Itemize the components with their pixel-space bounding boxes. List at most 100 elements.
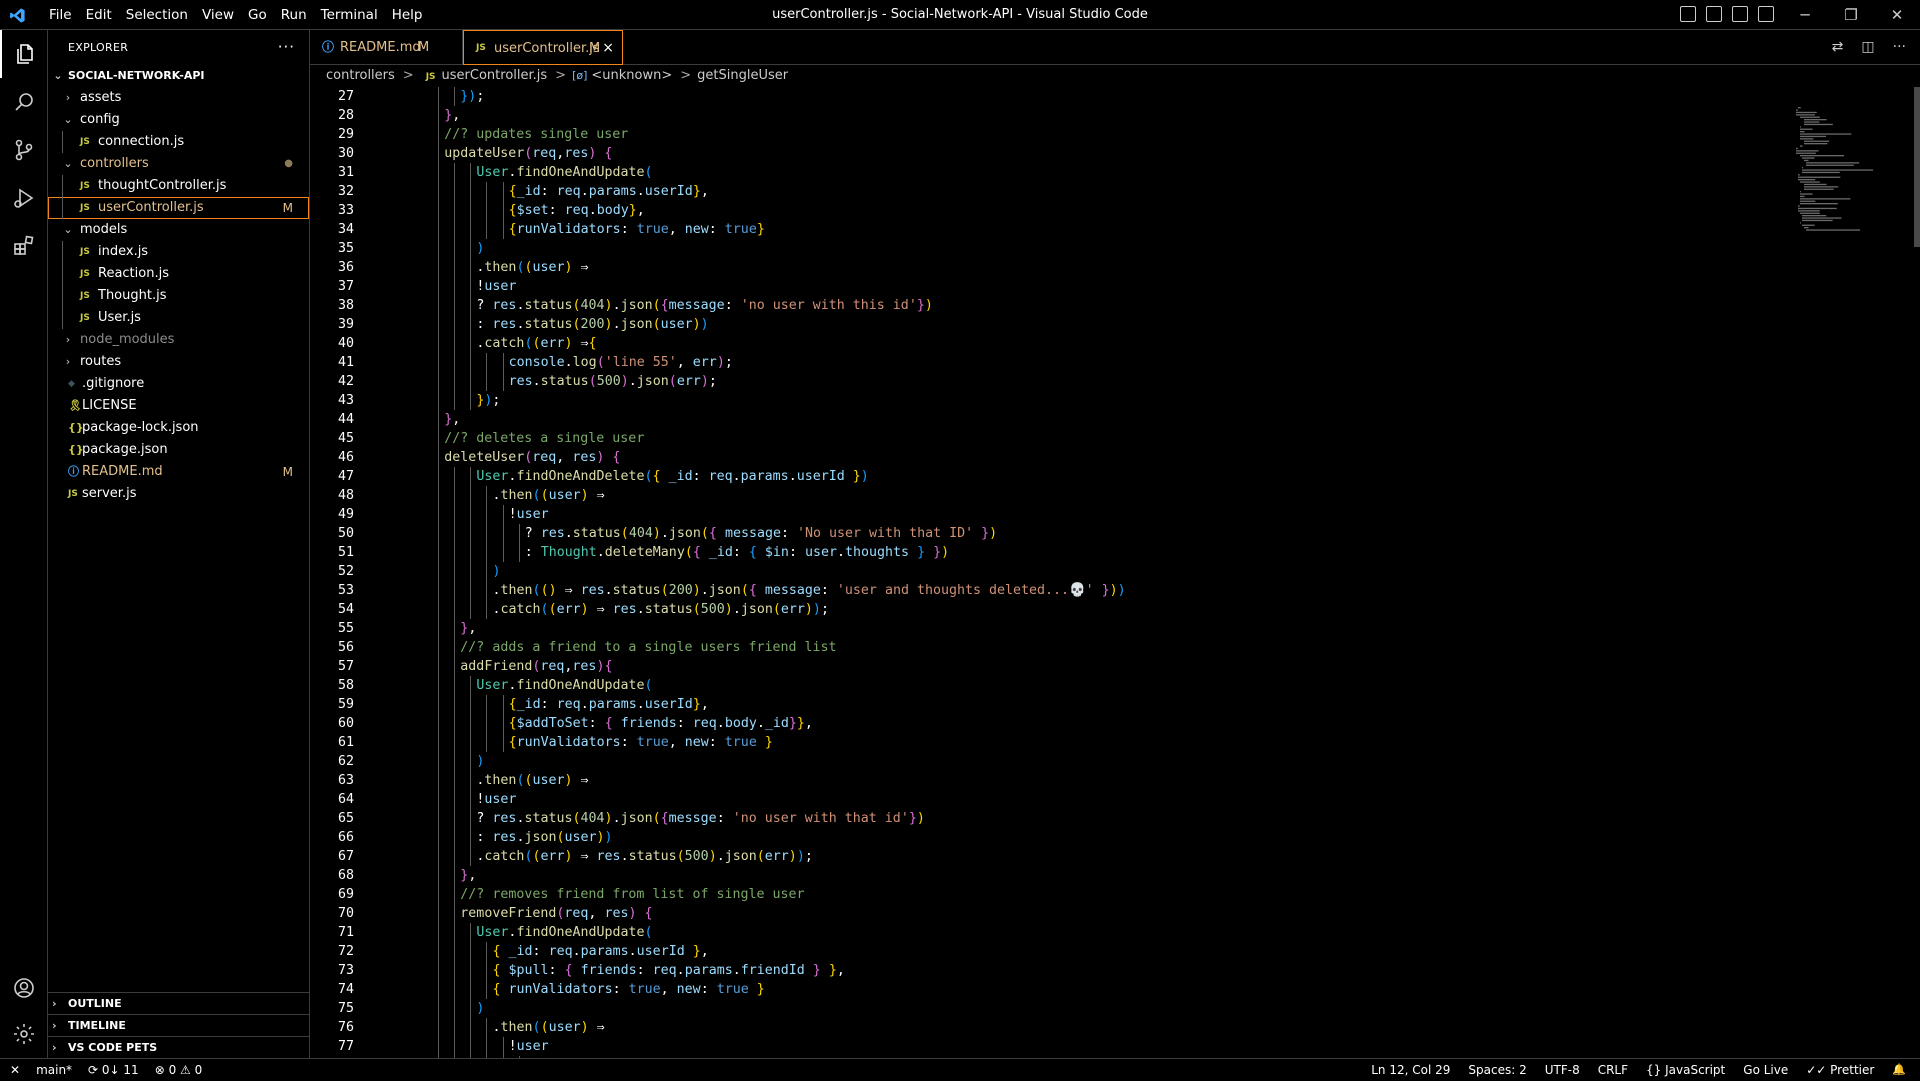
split-editor-icon[interactable]: ◫ [1861,39,1874,55]
file-index-js[interactable]: JS index.js [48,241,309,263]
tab-usercontroller[interactable]: JS userController.js M × [463,30,623,65]
menu-terminal[interactable]: Terminal [314,0,385,30]
toggle-panel-icon[interactable] [1706,6,1722,22]
scrollbar-thumb[interactable] [1914,87,1920,247]
breadcrumb-unknown[interactable]: <unknown> [591,68,672,83]
indent-guide [470,771,472,790]
menu-view[interactable]: View [195,0,241,30]
code-token: err [556,602,581,617]
file--gitignore[interactable]: ◆ .gitignore [48,373,309,395]
file-reaction-js[interactable]: JS Reaction.js [48,263,309,285]
file-thought-js[interactable]: JS Thought.js [48,285,309,307]
outline-section[interactable]: › OUTLINE [48,992,309,1015]
code-token: json [740,602,773,617]
extensions-activity[interactable] [0,222,48,270]
file-package-json[interactable]: {} package.json [48,439,309,461]
source-control-activity[interactable] [0,126,48,174]
code-text: .then((user) ⇒ [493,1018,605,1037]
close-icon[interactable]: × [602,31,614,66]
code-token: ⇒ [588,488,605,503]
customize-layout-icon[interactable] [1758,6,1774,22]
manage-activity[interactable] [0,1010,48,1058]
code-token: ⇒ [572,849,597,864]
file-connection-js[interactable]: JS connection.js [48,131,309,153]
breadcrumb-folder[interactable]: controllers [326,68,395,83]
explorer-activity[interactable] [0,30,48,78]
file-package-lock-json[interactable]: {} package-lock.json [48,417,309,439]
accounts-activity[interactable] [0,964,48,1012]
problems-indicator[interactable]: ⊗ 0 ⚠ 0 [155,1059,203,1081]
folder-node-modules[interactable]: › node_modules [48,329,309,351]
line-ending[interactable]: CRLF [1598,1059,1628,1081]
menu-file[interactable]: File [42,0,79,30]
code-token: new [676,982,701,997]
vscode-pets-label: VS CODE PETS [68,1041,158,1054]
cursor-position[interactable]: Ln 12, Col 29 [1371,1059,1450,1081]
run-debug-activity[interactable] [0,174,48,222]
files-icon [17,44,33,64]
more-actions-icon[interactable]: ··· [1893,39,1906,55]
code-token: { [492,982,509,997]
indent-guide [470,505,472,524]
folder-controllers[interactable]: ⌄ controllers ● [48,153,309,175]
indent-guide [454,562,456,581]
menu-go[interactable]: Go [241,0,274,30]
code-token: } [444,412,453,427]
file-user-js[interactable]: JS User.js [48,307,309,329]
breadcrumb-file[interactable]: userController.js [442,68,548,83]
notifications-icon[interactable]: 🔔 [1892,1059,1906,1081]
code-token: $set [516,203,549,218]
indent-guide [502,714,504,733]
more-actions-icon[interactable]: ··· [278,30,295,65]
minimize-button[interactable]: ─ [1782,0,1828,30]
menu-selection[interactable]: Selection [119,0,195,30]
remote-indicator[interactable]: ✕ [10,1059,20,1081]
file-thoughtcontroller-js[interactable]: JS thoughtController.js [48,175,309,197]
code-editor[interactable]: 27}); 28}, 29 //? updates single user 30 upda… [310,87,1780,1058]
toggle-primary-sidebar-icon[interactable] [1680,6,1696,22]
code-token: findOneAndDelete [516,469,645,484]
folder-models[interactable]: ⌄ models [48,219,309,241]
file-readme-md[interactable]: ⓘ README.md M [48,461,309,483]
vscode-pets-section[interactable]: › VS CODE PETS [48,1036,309,1059]
code-token: : [476,830,493,845]
sync-indicator[interactable]: ⟳ 0↓ 11 [88,1059,139,1081]
file-license[interactable]: 🎗 LICENSE [48,395,309,417]
breadcrumb-function[interactable]: getSingleUser [697,68,788,83]
indentation[interactable]: Spaces: 2 [1468,1059,1526,1081]
prettier-status[interactable]: ✓✓ Prettier [1806,1059,1874,1081]
close-window-button[interactable]: ✕ [1874,0,1920,30]
menu-run[interactable]: Run [274,0,314,30]
code-text: //? removes friend from list of single u… [460,885,804,904]
compare-changes-icon[interactable]: ⇄ [1832,39,1844,55]
code-token: 404 [580,298,605,313]
file-server-js[interactable]: JS server.js [48,483,309,505]
workspace-root[interactable]: ⌄ SOCIAL-NETWORK-API [48,65,309,87]
minimap-line [1802,215,1827,217]
file-usercontroller-js[interactable]: JS userController.js M [48,197,309,219]
toggle-secondary-sidebar-icon[interactable] [1732,6,1748,22]
indent-guide [454,201,456,220]
code-token: { [604,659,613,674]
minimap-line [1802,171,1840,174]
branch-indicator[interactable]: main* [36,1059,72,1081]
restore-button[interactable]: ❐ [1828,0,1874,30]
folder-assets[interactable]: › assets [48,87,309,109]
menu-edit[interactable]: Edit [79,0,119,30]
info-icon: ⓘ [322,40,335,54]
language-mode[interactable]: {} JavaScript [1646,1059,1725,1081]
folder-routes[interactable]: › routes [48,351,309,373]
minimap[interactable] [1780,87,1920,1058]
go-live-button[interactable]: Go Live [1743,1059,1788,1081]
search-activity[interactable] [0,78,48,126]
folder-config[interactable]: ⌄ config [48,109,309,131]
timeline-section[interactable]: › TIMELINE [48,1014,309,1037]
tab-readme[interactable]: ⓘ README.md M [310,30,463,65]
encoding[interactable]: UTF-8 [1545,1059,1580,1081]
code-token: ) [652,526,661,541]
code-token: 'user and thoughts deleted...💀' [836,583,1094,598]
tree-item-label: LICENSE [82,398,137,413]
minimap-line [1802,224,1815,226]
menu-help[interactable]: Help [385,0,430,30]
title-bar: File Edit Selection View Go Run Terminal Help u… [0,0,1920,30]
